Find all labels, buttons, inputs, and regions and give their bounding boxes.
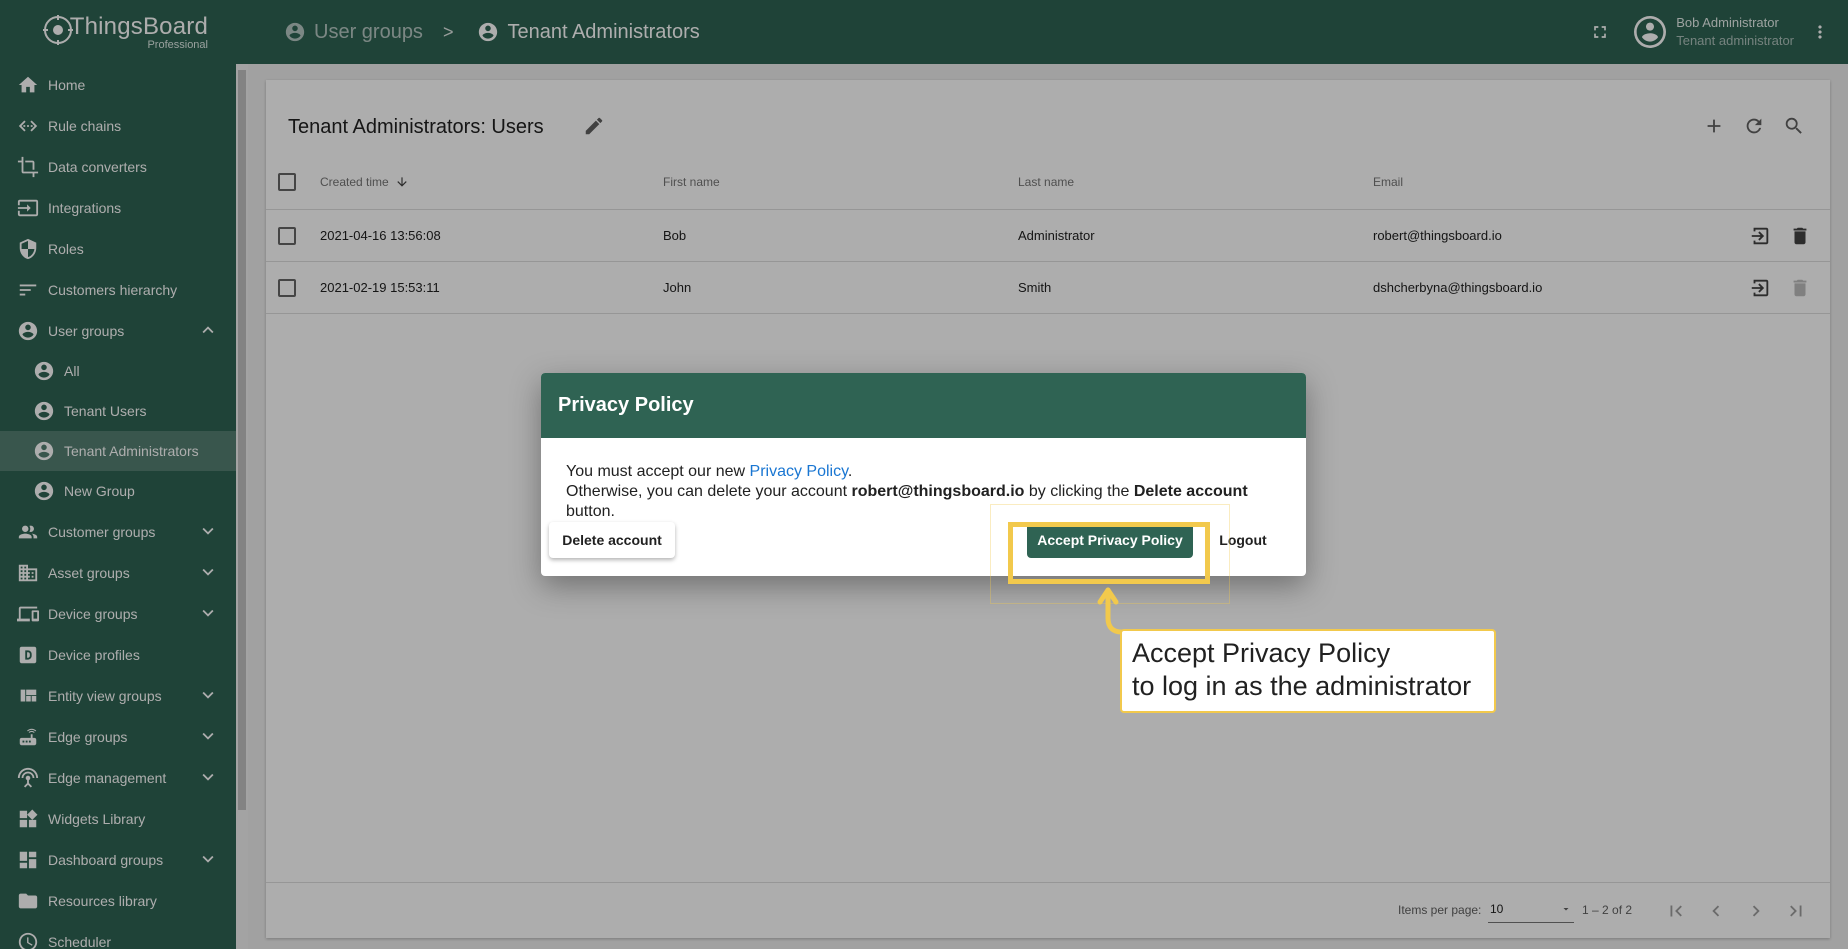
dialog-title: Privacy Policy	[541, 373, 1306, 438]
privacy-policy-link[interactable]: Privacy Policy	[750, 463, 848, 480]
highlight-box	[1008, 522, 1210, 584]
annotation-callout: Accept Privacy Policy to log in as the a…	[1120, 629, 1496, 713]
account-email: robert@thingsboard.io	[851, 483, 1025, 500]
delete-account-button[interactable]: Delete account	[549, 522, 675, 558]
